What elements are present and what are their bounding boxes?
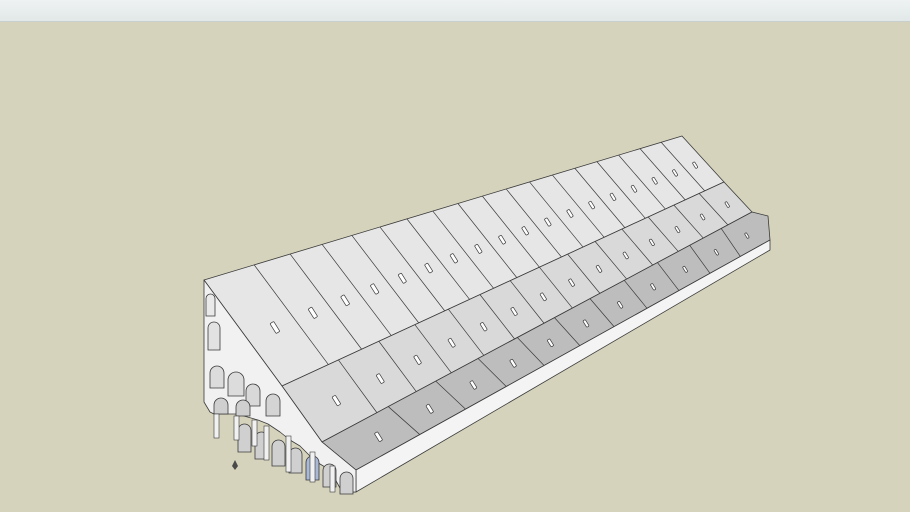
arch-opening xyxy=(339,471,354,495)
3d-viewport[interactable] xyxy=(0,22,910,512)
arch-opening xyxy=(227,371,245,397)
column xyxy=(329,465,336,493)
column xyxy=(213,413,220,439)
arch-opening xyxy=(205,293,216,317)
arch-opening xyxy=(235,399,251,417)
column xyxy=(251,419,258,447)
column xyxy=(309,451,316,483)
arch-opening xyxy=(271,439,286,467)
stadium-model xyxy=(0,22,910,512)
column xyxy=(233,415,240,441)
arch-opening xyxy=(265,393,281,417)
arch-opening xyxy=(209,365,225,389)
arch-opening xyxy=(237,423,252,453)
arch-opening xyxy=(207,321,221,351)
arch-opening xyxy=(213,397,229,415)
column xyxy=(263,425,270,461)
viewer-top-bar xyxy=(0,0,910,22)
column xyxy=(285,435,292,473)
